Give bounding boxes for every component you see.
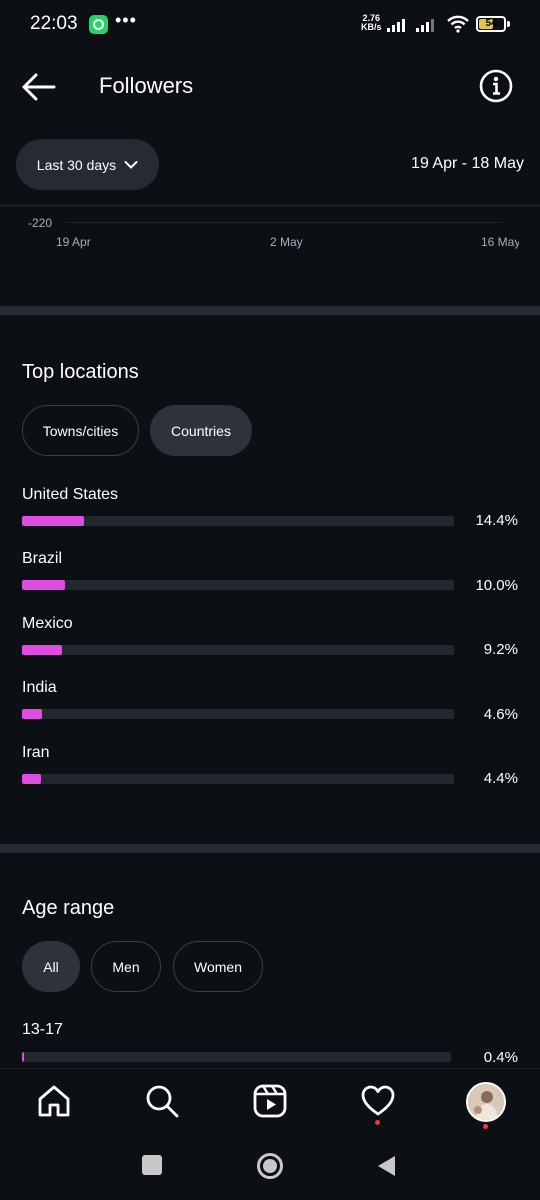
activity-notification-dot — [375, 1120, 380, 1125]
chevron-down-icon — [124, 160, 138, 169]
info-icon — [479, 69, 513, 103]
tab-towns-cities[interactable]: Towns/cities — [22, 405, 139, 456]
avatar-image — [468, 1084, 504, 1120]
nav-home[interactable] — [36, 1083, 72, 1119]
nav-activity[interactable] — [360, 1083, 396, 1119]
age-percent: 0.4% — [483, 1049, 518, 1066]
age-range-title: Age range — [22, 897, 115, 919]
age-bar-track — [22, 1052, 451, 1062]
chart-x-tick: 2 May — [270, 235, 303, 249]
tab-all-label: All — [43, 958, 59, 975]
tab-countries-label: Countries — [171, 422, 231, 439]
location-bar-track — [22, 645, 454, 655]
nav-search[interactable] — [144, 1083, 180, 1119]
date-range-text: 19 Apr - 18 May — [411, 155, 524, 172]
network-speed-unit: KB/s — [361, 22, 382, 32]
location-bar-fill — [22, 580, 65, 590]
chart-x-tick: 16 May — [481, 235, 519, 249]
location-label: Mexico — [22, 615, 73, 632]
info-button[interactable] — [478, 68, 514, 104]
section-separator — [0, 844, 540, 853]
heart-icon — [361, 1085, 395, 1116]
recent-apps-icon[interactable] — [142, 1155, 162, 1175]
location-label: United States — [22, 486, 119, 503]
whatsapp-icon — [89, 15, 108, 34]
bottom-navigation — [0, 1068, 540, 1140]
home-icon — [38, 1085, 70, 1117]
wifi-icon — [447, 15, 469, 33]
tab-men[interactable]: Men — [91, 941, 161, 992]
arrow-left-icon — [22, 73, 56, 101]
battery-nub — [507, 21, 510, 27]
status-bar: 22:03 ••• 2.76 KB/s 54 — [0, 0, 540, 50]
age-label: 13-17 — [22, 1021, 63, 1038]
back-system-icon[interactable] — [375, 1154, 397, 1178]
date-range-dropdown[interactable]: Last 30 days — [16, 139, 159, 190]
more-dots-icon: ••• — [115, 10, 137, 30]
location-percent: 10.0% — [475, 577, 518, 594]
battery-percent: 54 — [485, 18, 497, 29]
location-bar-track — [22, 516, 454, 526]
home-system-icon-center — [263, 1159, 277, 1173]
back-button[interactable] — [20, 68, 58, 106]
profile-avatar[interactable] — [466, 1082, 506, 1122]
tab-women[interactable]: Women — [173, 941, 263, 992]
nav-reels[interactable] — [252, 1083, 288, 1119]
tab-men-label: Men — [112, 958, 140, 975]
location-bar-track — [22, 774, 454, 784]
location-bar-track — [22, 709, 454, 719]
chart-gridline — [66, 222, 502, 223]
location-bar-track — [22, 580, 454, 590]
search-icon — [146, 1085, 179, 1118]
age-bar-fill — [22, 1052, 24, 1062]
location-label: Brazil — [22, 550, 63, 567]
profile-notification-dot — [483, 1124, 488, 1129]
location-label: India — [22, 679, 57, 696]
divider — [0, 205, 540, 206]
tab-all[interactable]: All — [22, 941, 80, 992]
signal-icon — [387, 19, 405, 32]
location-percent: 9.2% — [483, 641, 518, 658]
chart-x-tick: 19 Apr — [56, 235, 91, 249]
location-bar-fill — [22, 709, 42, 719]
section-separator — [0, 306, 540, 315]
tab-towns-cities-label: Towns/cities — [42, 422, 119, 439]
tab-women-label: Women — [194, 958, 242, 975]
network-speed: 2.76 KB/s — [361, 14, 382, 32]
signal-icon-2 — [416, 19, 434, 32]
date-range-dropdown-label: Last 30 days — [36, 156, 117, 173]
location-percent: 4.6% — [483, 706, 518, 723]
status-time: 22:03 — [30, 13, 78, 34]
reels-icon — [253, 1084, 287, 1118]
location-bar-fill — [22, 516, 84, 526]
followers-insights-screen: 22:03 ••• 2.76 KB/s 54 Followers Last 30… — [0, 0, 540, 1200]
location-bar-fill — [22, 645, 62, 655]
location-bar-fill — [22, 774, 41, 784]
tab-countries[interactable]: Countries — [150, 405, 252, 456]
battery-icon: 54 — [476, 16, 506, 32]
chart-y-tick: -220 — [28, 216, 53, 230]
top-locations-title: Top locations — [22, 361, 139, 383]
location-percent: 4.4% — [483, 770, 518, 787]
location-percent: 14.4% — [475, 512, 518, 529]
location-label: Iran — [22, 744, 50, 761]
system-navigation-bar — [0, 1140, 540, 1200]
page-title: Followers — [99, 73, 194, 98]
home-system-icon[interactable] — [257, 1153, 283, 1179]
